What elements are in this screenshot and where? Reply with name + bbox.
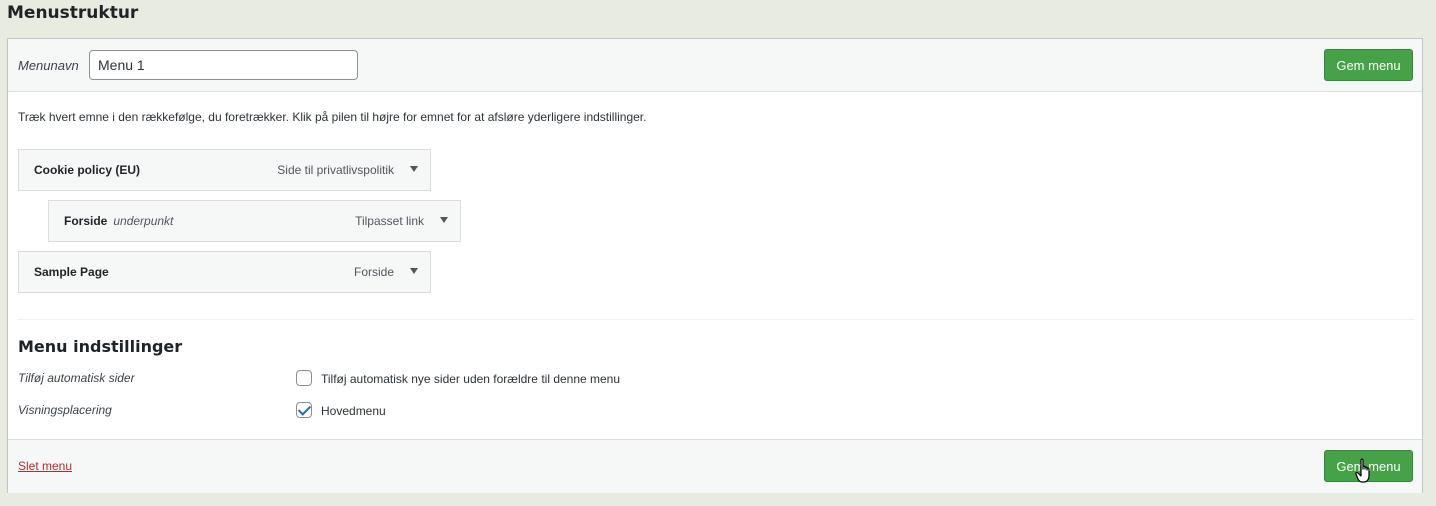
main-menu-option: Hovedmenu (321, 404, 386, 418)
menu-structure-panel: Menunavn Gem menu Træk hvert emne i den … (7, 38, 1423, 493)
menu-item-type: Tilpasset link (355, 214, 424, 228)
menu-item-title: Cookie policy (EU) (34, 163, 141, 177)
delete-menu-link[interactable]: Slet menu (18, 459, 72, 473)
menu-footer-bar: Slet menu (8, 439, 1422, 493)
expand-arrow-icon[interactable] (410, 268, 418, 274)
auto-add-pages-label: Tilføj automatisk sider (18, 371, 135, 385)
auto-add-pages-option: Tilføj automatisk nye sider uden forældr… (321, 372, 621, 386)
menu-item-sub-label: underpunkt (113, 214, 174, 228)
main-menu-checkbox[interactable] (296, 402, 312, 418)
menu-item-type: Forside (353, 265, 394, 279)
menu-item-title: Forside underpunkt (64, 214, 174, 228)
page-title: Menustruktur (7, 3, 139, 23)
auto-add-pages-checkbox[interactable] (296, 370, 312, 386)
menu-name-label: Menunavn (18, 58, 79, 73)
save-menu-button-top[interactable]: Gem menu (1324, 49, 1413, 81)
display-location-label: Visningsplacering (18, 403, 112, 417)
menu-header-bar: Menunavn Gem menu (8, 39, 1422, 92)
menu-settings-title: Menu indstillinger (18, 337, 183, 356)
expand-arrow-icon[interactable] (410, 166, 418, 172)
menu-item-sample-page[interactable]: Sample Page Forside (18, 251, 431, 293)
menu-name-input[interactable] (89, 50, 358, 80)
menu-item-title: Sample Page (34, 265, 109, 279)
section-divider (18, 319, 1414, 320)
menu-item-cookie-policy[interactable]: Cookie policy (EU) Side til privatlivspo… (18, 149, 431, 191)
drag-instructions: Træk hvert emne i den rækkefølge, du for… (18, 110, 647, 124)
menu-item-forside[interactable]: Forside underpunkt Tilpasset link (48, 200, 461, 242)
hand-pointer-cursor-icon (1355, 458, 1370, 483)
menu-item-type: Side til privatlivspolitik (277, 163, 394, 177)
expand-arrow-icon[interactable] (440, 217, 448, 223)
